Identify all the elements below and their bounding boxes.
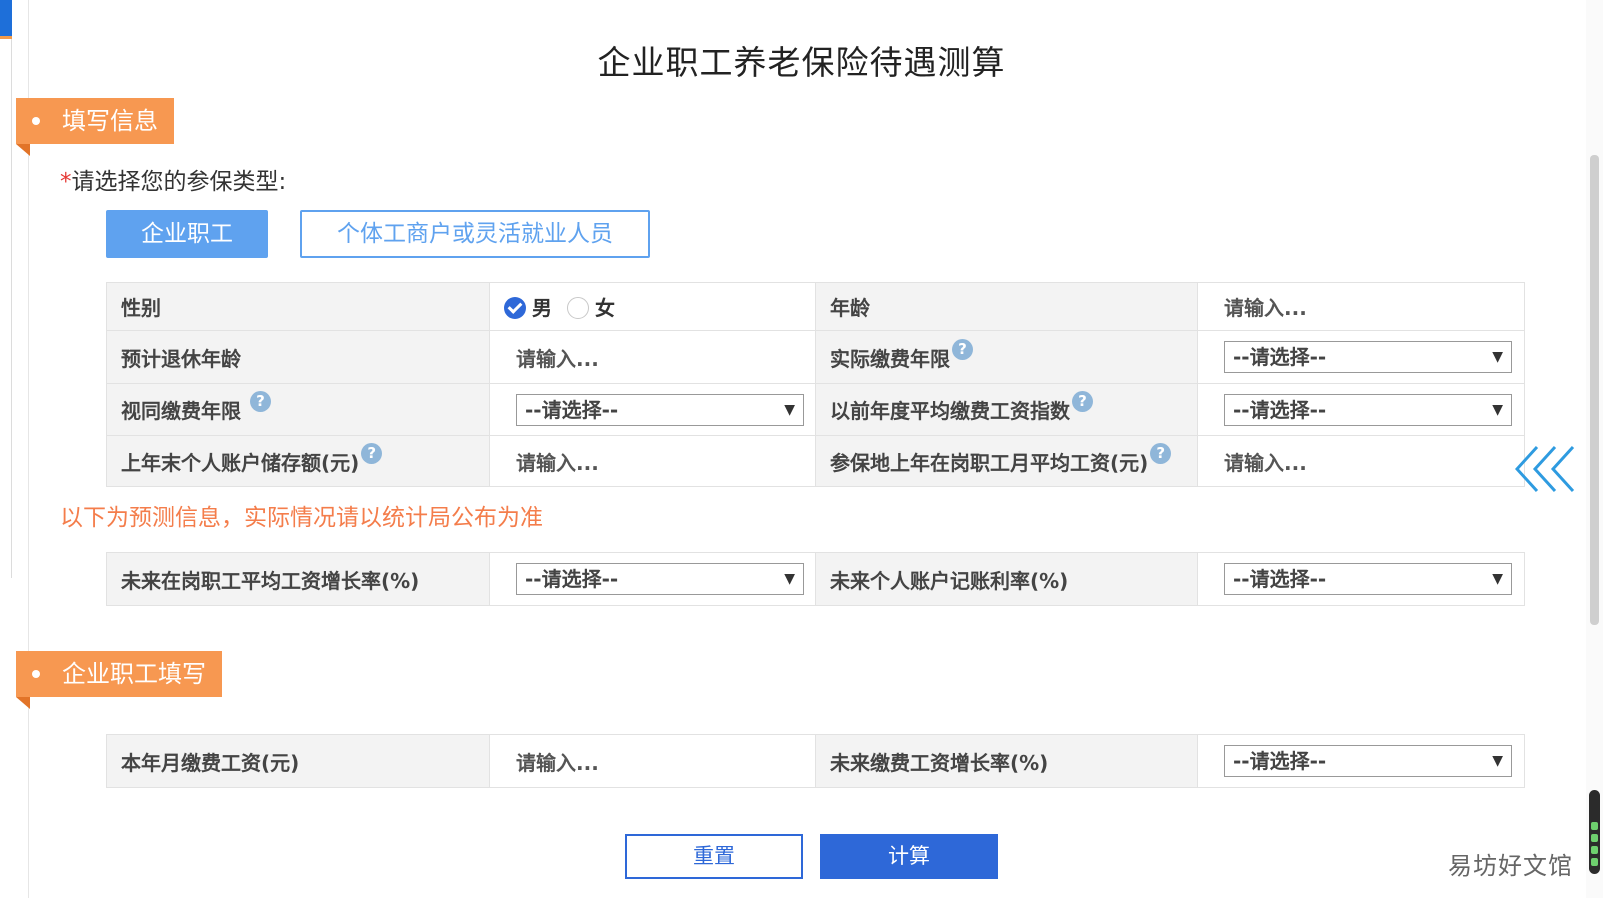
- select-value: --请选择--: [1233, 397, 1327, 422]
- watermark: 易坊好文馆: [1448, 852, 1573, 880]
- pay-wage-growth-label: 未来缴费工资增长率(%): [815, 734, 1198, 788]
- monthly-wage-cell: 请输入...: [489, 734, 816, 788]
- calculate-button[interactable]: 计算: [820, 834, 998, 879]
- section-title: 企业职工填写: [62, 660, 206, 688]
- deemed-pay-years-select[interactable]: --请选择-- ▼: [516, 393, 804, 426]
- account-rate-cell: --请选择-- ▼: [1197, 552, 1525, 606]
- table-row: 未来在岗职工平均工资增长率(%) --请选择-- ▼ 未来个人账户记账利率(%) …: [106, 552, 1525, 606]
- basic-info-table: 性别 男 女 年龄 请输入... 预计退休年龄 请输入... 实际缴费年限? -…: [106, 282, 1525, 487]
- gender-radio-group: 男 女: [489, 282, 816, 331]
- deemed-pay-years-cell: --请选择-- ▼: [489, 383, 816, 436]
- local-avg-wage-label: 参保地上年在岗职工月平均工资(元): [830, 450, 1149, 475]
- account-rate-select[interactable]: --请选择-- ▼: [1224, 563, 1512, 595]
- avg-wage-index-label-cell: 以前年度平均缴费工资指数?: [815, 383, 1198, 436]
- ribbon-fold-icon: [16, 144, 30, 156]
- avg-wage-index-label: 以前年度平均缴费工资指数: [830, 399, 1070, 423]
- monthly-wage-input[interactable]: 请输入...: [504, 751, 599, 775]
- table-row: 预计退休年龄 请输入... 实际缴费年限? --请选择-- ▼: [106, 330, 1525, 384]
- collapse-arrows-icon[interactable]: [1515, 445, 1579, 493]
- age-input[interactable]: 请输入...: [1212, 296, 1307, 320]
- table-row: 视同缴费年限 ? --请选择-- ▼ 以前年度平均缴费工资指数? --请选择-- ▼: [106, 383, 1525, 436]
- select-value: --请选择--: [1233, 345, 1327, 369]
- deemed-pay-years-label-cell: 视同缴费年限 ?: [106, 383, 490, 436]
- account-balance-label: 上年末个人账户储存额(元): [121, 450, 360, 475]
- monthly-wage-label: 本年月缴费工资(元): [106, 734, 490, 788]
- table-row: 上年末个人账户储存额(元)? 请输入... 参保地上年在岗职工月平均工资(元)?…: [106, 435, 1525, 487]
- ribbon-fold-icon: [16, 697, 30, 709]
- dropdown-arrow-icon: ▼: [1492, 571, 1503, 587]
- dropdown-arrow-icon: ▼: [1492, 753, 1503, 769]
- actual-pay-years-cell: --请选择-- ▼: [1197, 330, 1525, 384]
- forecast-notice: 以下为预测信息，实际情况请以统计局公布为准: [60, 505, 543, 531]
- select-value: --请选择--: [1233, 567, 1327, 591]
- expected-retire-age-cell: 请输入...: [489, 330, 816, 384]
- table-row: 性别 男 女 年龄 请输入...: [106, 282, 1525, 331]
- dropdown-arrow-icon: ▼: [784, 571, 795, 587]
- radio-male-label[interactable]: 男: [532, 296, 552, 320]
- status-bar-segment: [1591, 858, 1598, 866]
- local-avg-wage-input[interactable]: 请输入...: [1212, 451, 1307, 475]
- age-cell: 请输入...: [1197, 282, 1525, 331]
- dropdown-arrow-icon: ▼: [1492, 349, 1503, 365]
- status-bar-segment: [1591, 834, 1598, 842]
- forecast-table: 未来在岗职工平均工资增长率(%) --请选择-- ▼ 未来个人账户记账利率(%) …: [106, 552, 1525, 606]
- bullet-dot-icon: [32, 117, 40, 125]
- help-icon[interactable]: ?: [1150, 442, 1172, 464]
- deemed-pay-years-label: 视同缴费年限: [121, 399, 241, 423]
- reset-button[interactable]: 重置: [625, 834, 803, 879]
- scrollbar[interactable]: [1586, 0, 1603, 898]
- pay-wage-growth-cell: --请选择-- ▼: [1197, 734, 1525, 788]
- gender-label: 性别: [106, 282, 490, 331]
- actual-pay-years-label: 实际缴费年限: [830, 346, 950, 371]
- pay-wage-growth-select[interactable]: --请选择-- ▼: [1224, 745, 1512, 777]
- table-row: 本年月缴费工资(元) 请输入... 未来缴费工资增长率(%) --请选择-- ▼: [106, 734, 1525, 788]
- type-button-enterprise[interactable]: 企业职工: [106, 210, 268, 258]
- dropdown-arrow-icon: ▼: [784, 401, 795, 418]
- status-widget-icon: [1589, 790, 1600, 874]
- employee-table: 本年月缴费工资(元) 请输入... 未来缴费工资增长率(%) --请选择-- ▼: [106, 734, 1525, 788]
- radio-female[interactable]: [566, 296, 589, 319]
- expected-retire-age-label: 预计退休年龄: [106, 330, 490, 384]
- insurance-type-label: *请选择您的参保类型:: [60, 162, 286, 196]
- help-icon[interactable]: ?: [361, 442, 383, 464]
- radio-female-label[interactable]: 女: [595, 296, 615, 320]
- account-balance-cell: 请输入...: [489, 435, 816, 487]
- type-button-flexible[interactable]: 个体工商户或灵活就业人员: [300, 210, 650, 258]
- dropdown-arrow-icon: ▼: [1492, 401, 1503, 418]
- actual-pay-years-select[interactable]: --请选择-- ▼: [1224, 341, 1512, 373]
- section-tag-employee-fill: 企业职工填写: [16, 651, 222, 709]
- bullet-dot-icon: [32, 670, 40, 678]
- status-bar-segment: [1591, 846, 1598, 854]
- wage-growth-label: 未来在岗职工平均工资增长率(%): [106, 552, 490, 606]
- age-label: 年龄: [815, 282, 1198, 331]
- avg-wage-index-cell: --请选择-- ▼: [1197, 383, 1525, 436]
- wage-growth-select[interactable]: --请选择-- ▼: [516, 563, 804, 595]
- help-icon[interactable]: ?: [952, 338, 973, 360]
- select-value: --请选择--: [525, 397, 619, 422]
- page-title: 企业职工养老保险待遇测算: [597, 43, 1006, 82]
- required-mark: *: [60, 169, 72, 195]
- help-icon[interactable]: ?: [1072, 391, 1093, 412]
- help-icon[interactable]: ?: [249, 391, 271, 412]
- avg-wage-index-select[interactable]: --请选择-- ▼: [1224, 393, 1512, 426]
- expected-retire-age-input[interactable]: 请输入...: [504, 347, 599, 371]
- scrollbar-thumb[interactable]: [1590, 155, 1599, 625]
- section-tag-fill-info: 填写信息: [16, 98, 174, 156]
- account-balance-input[interactable]: 请输入...: [504, 451, 599, 475]
- account-rate-label: 未来个人账户记账利率(%): [815, 552, 1198, 606]
- local-avg-wage-label-cell: 参保地上年在岗职工月平均工资(元)?: [815, 435, 1198, 487]
- account-balance-label-cell: 上年末个人账户储存额(元)?: [106, 435, 490, 487]
- local-avg-wage-cell: 请输入...: [1197, 435, 1525, 487]
- status-bar-segment: [1591, 822, 1598, 830]
- left-panel-edge: [0, 0, 12, 578]
- select-value: --请选择--: [525, 567, 619, 591]
- radio-male[interactable]: [504, 296, 526, 319]
- insurance-type-text: 请选择您的参保类型:: [71, 169, 287, 195]
- left-panel-accent: [0, 0, 12, 36]
- select-value: --请选择--: [1233, 749, 1327, 773]
- actual-pay-years-label-cell: 实际缴费年限?: [815, 330, 1198, 384]
- wage-growth-cell: --请选择-- ▼: [489, 552, 816, 606]
- section-title: 填写信息: [62, 107, 158, 135]
